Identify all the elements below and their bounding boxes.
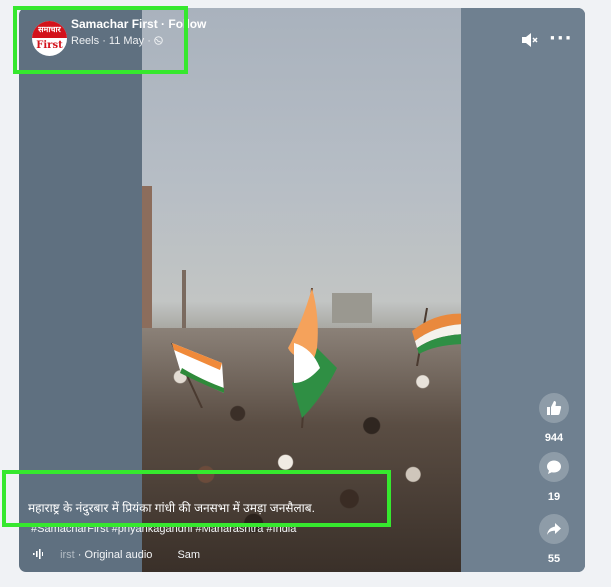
audio-next: Sam xyxy=(177,549,201,561)
chimney-tower xyxy=(142,186,152,336)
mute-icon[interactable] xyxy=(520,31,538,49)
audio-separator: · xyxy=(77,549,85,561)
audio-wave-icon xyxy=(33,549,43,559)
comment-action[interactable]: 19 xyxy=(538,452,570,503)
like-action[interactable]: 944 xyxy=(538,393,570,444)
comment-icon xyxy=(547,460,561,474)
share-icon xyxy=(547,523,561,535)
highlight-box-caption xyxy=(2,470,391,527)
highlight-box-header xyxy=(13,6,188,74)
share-count: 55 xyxy=(547,553,561,565)
flag-center xyxy=(288,288,337,428)
audio-source: irst xyxy=(60,549,75,561)
comment-count: 19 xyxy=(547,491,561,503)
audio-attribution[interactable]: irst · Original audio Sam xyxy=(33,549,200,561)
share-button[interactable] xyxy=(539,514,569,544)
comment-button[interactable] xyxy=(539,452,569,482)
more-options-icon[interactable]: ··· xyxy=(549,30,572,50)
like-count: 944 xyxy=(544,432,564,444)
flag-right xyxy=(412,307,461,366)
audio-label: Original audio xyxy=(84,549,153,561)
tower-small xyxy=(182,270,186,330)
flag-left xyxy=(171,342,224,408)
share-action[interactable]: 55 xyxy=(538,514,570,565)
like-icon xyxy=(547,401,562,415)
like-button[interactable] xyxy=(539,393,569,423)
